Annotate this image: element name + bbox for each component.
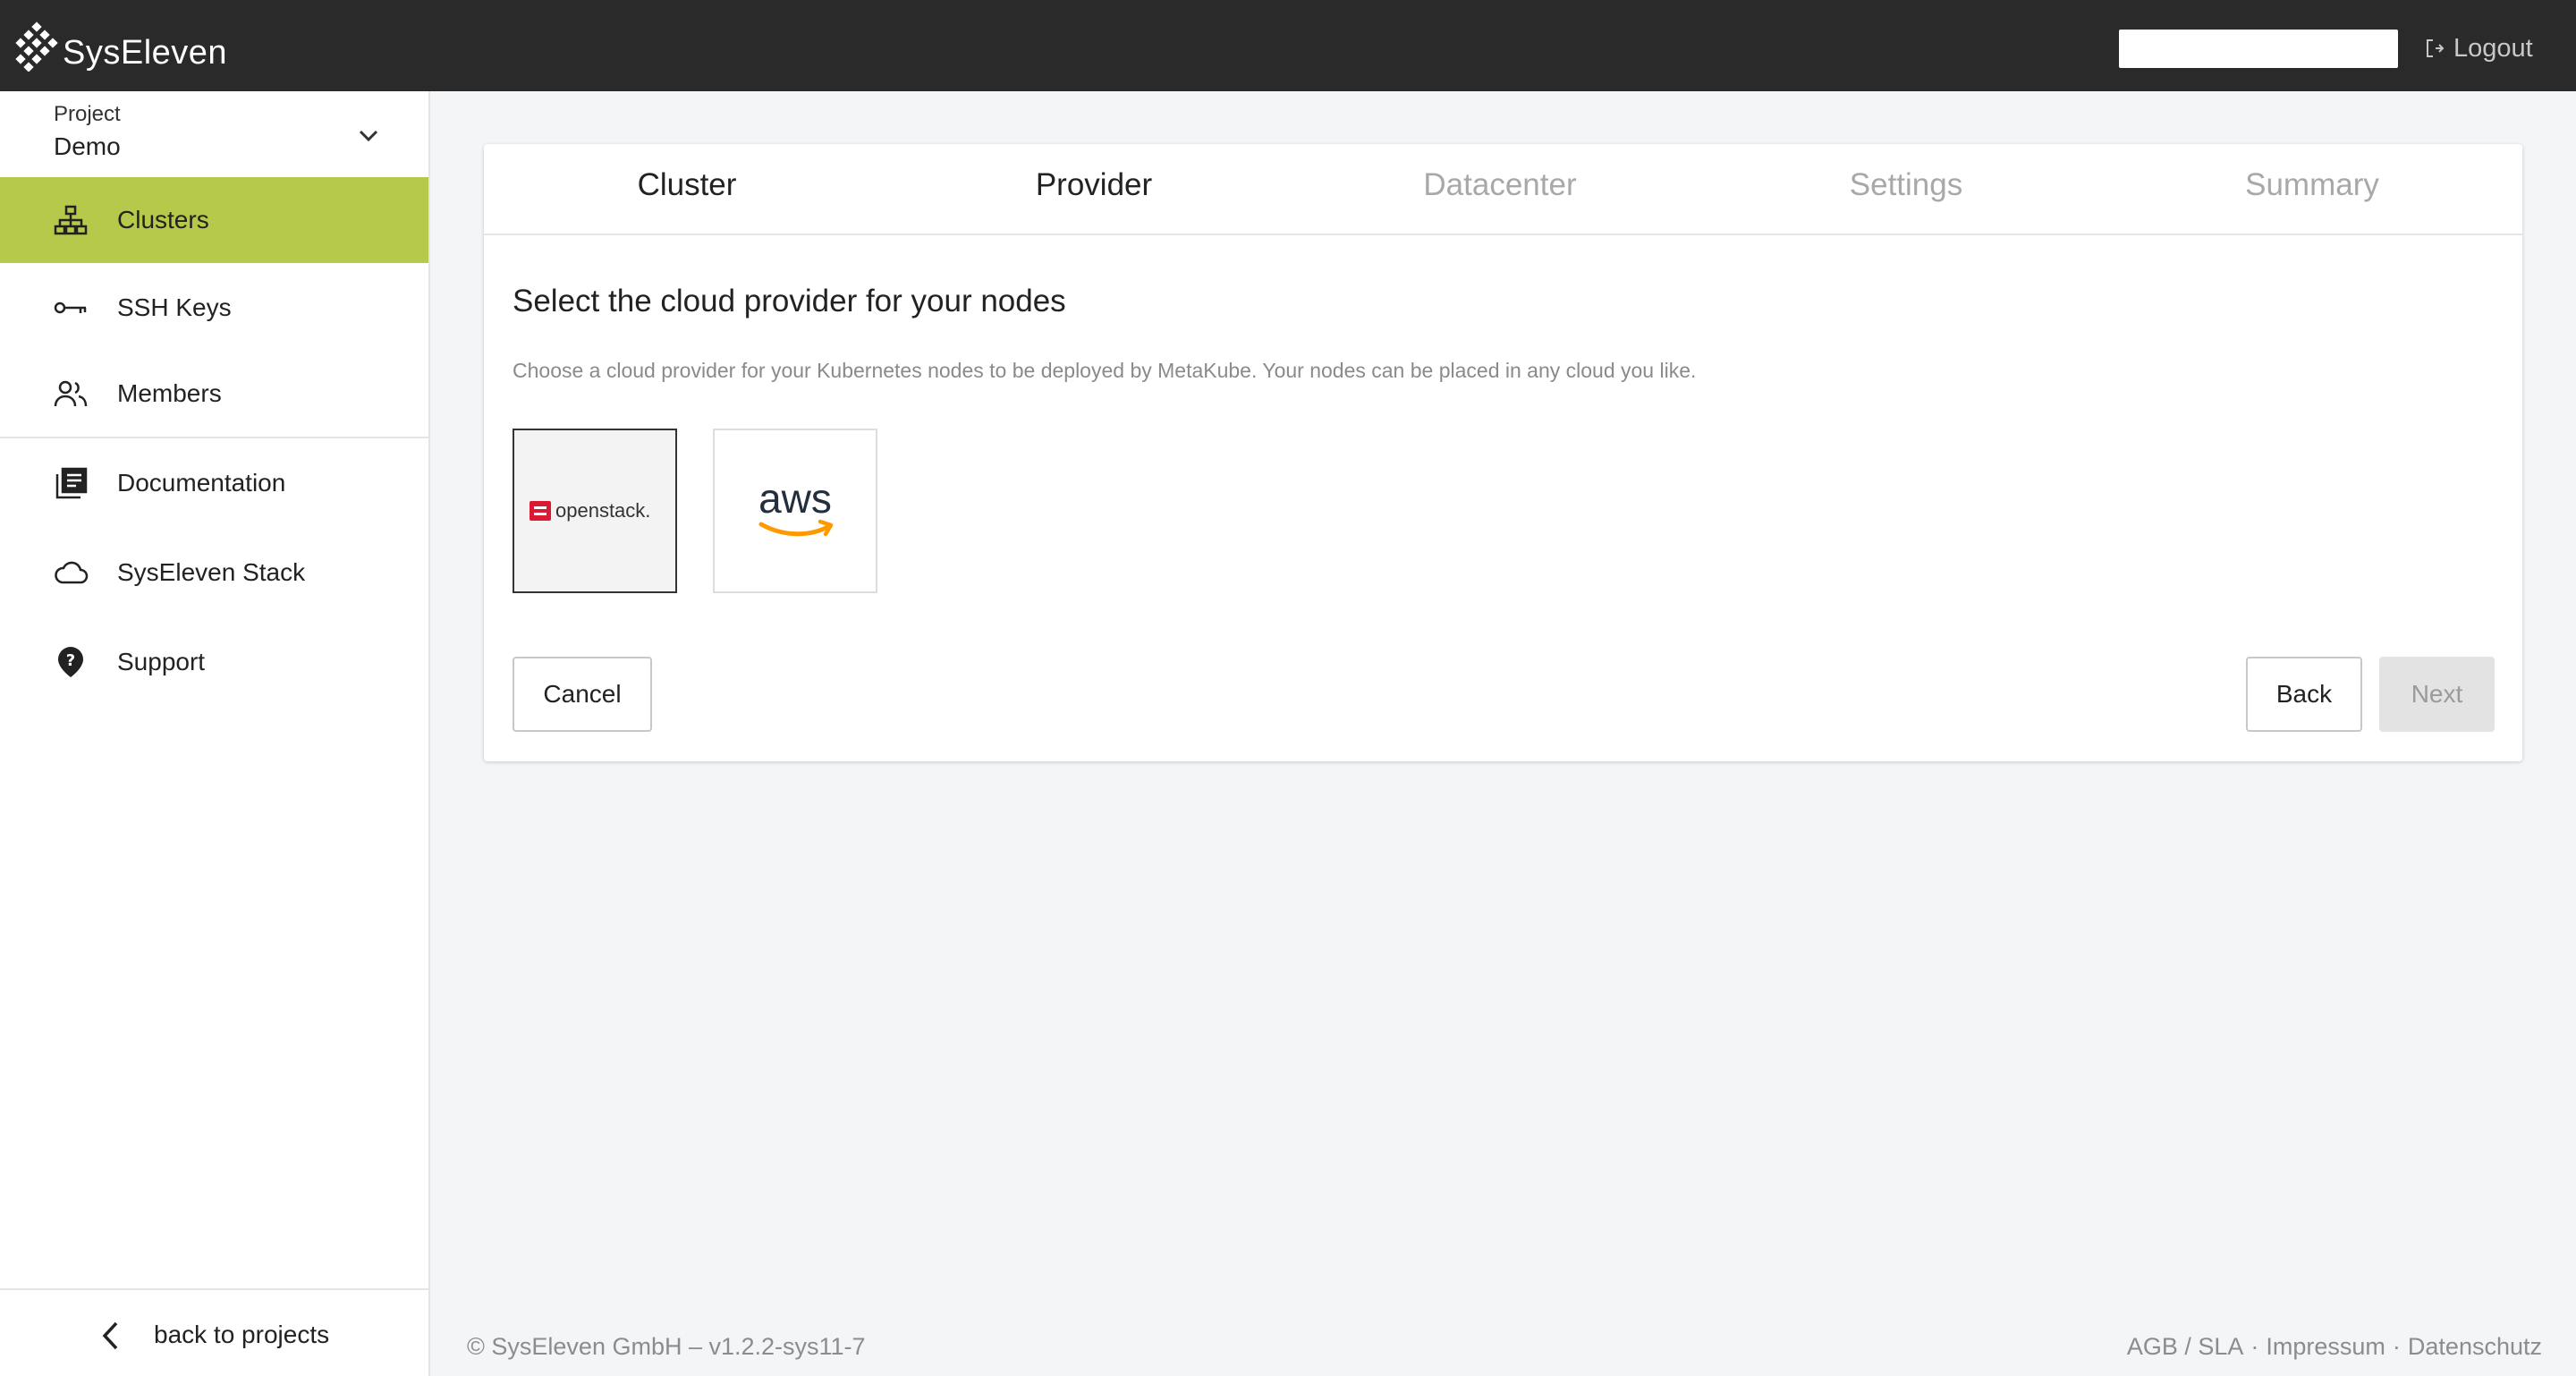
footer-separator: · (2392, 1333, 2401, 1360)
page-title: Select the cloud provider for your nodes (513, 284, 1066, 319)
chevron-left-icon (102, 1321, 118, 1350)
sidebar-item-members[interactable]: Members (0, 351, 428, 437)
sidebar-item-label: Clusters (117, 206, 209, 234)
sidebar-item-label: SSH Keys (117, 293, 232, 321)
step-summary: Summary (2245, 167, 2379, 202)
sidebar: Project Demo Clusters SSH Keys Members D… (0, 91, 430, 1376)
sitemap-icon (52, 201, 89, 239)
sidebar-item-clusters[interactable]: Clusters (0, 177, 428, 263)
footer-copyright: © SysEleven GmbH – v1.2.2-sys11-7 (467, 1333, 866, 1360)
step-settings: Settings (1849, 167, 1963, 202)
back-button[interactable]: Back (2246, 657, 2362, 732)
help-icon: ? (52, 643, 89, 681)
top-bar: SysEleven Logout (0, 0, 2576, 91)
next-button[interactable]: Next (2379, 657, 2495, 732)
sidebar-item-syseleven-stack[interactable]: SysEleven Stack (0, 530, 428, 616)
svg-text:aws: aws (758, 475, 832, 522)
sidebar-item-label: SysEleven Stack (117, 558, 306, 586)
sidebar-item-ssh-keys[interactable]: SSH Keys (0, 265, 428, 351)
cloud-icon (52, 554, 89, 591)
footer-links: AGB / SLA · Impressum · Datenschutz (2127, 1333, 2542, 1361)
svg-text:?: ? (66, 651, 75, 670)
logout-button[interactable]: Logout (2425, 30, 2533, 66)
sidebar-divider (0, 437, 428, 438)
project-value: Demo (54, 132, 121, 160)
chevron-down-icon (359, 130, 378, 142)
footer-link-agb-sla[interactable]: AGB / SLA (2127, 1333, 2244, 1361)
step-provider[interactable]: Provider (960, 167, 1228, 203)
svg-text:openstack.: openstack. (555, 499, 650, 522)
cancel-button[interactable]: Cancel (513, 657, 652, 732)
brand-name: SysEleven (63, 34, 228, 72)
footer-link-impressum[interactable]: Impressum (2266, 1333, 2385, 1361)
provider-openstack[interactable]: openstack. (513, 429, 677, 593)
key-icon (52, 289, 89, 327)
openstack-logo-icon: openstack. (530, 499, 650, 522)
sys-eleven-logo-icon (15, 21, 58, 72)
step-cluster[interactable]: Cluster (553, 167, 821, 203)
sidebar-item-label: Support (117, 648, 206, 675)
sidebar-item-support[interactable]: ? Support (0, 619, 428, 705)
project-label: Project (54, 102, 121, 126)
members-icon (52, 375, 89, 412)
back-to-projects-button[interactable]: back to projects (0, 1288, 428, 1376)
footer-link-datenschutz[interactable]: Datenschutz (2408, 1333, 2542, 1361)
wizard-card: Cluster Provider Datacenter Settings Sum… (484, 144, 2522, 761)
project-selector[interactable]: Project Demo (0, 91, 428, 177)
sys-eleven-logo[interactable]: SysEleven (14, 20, 227, 72)
wizard-steps: Cluster Provider Datacenter Settings Sum… (484, 144, 2522, 235)
aws-logo-icon: aws (758, 475, 834, 537)
footer-separator: · (2250, 1333, 2259, 1360)
sidebar-item-documentation[interactable]: Documentation (0, 440, 428, 526)
page-description: Choose a cloud provider for your Kuberne… (513, 359, 1697, 382)
sidebar-item-label: Documentation (117, 469, 286, 497)
documentation-icon (52, 464, 89, 502)
back-to-projects-label: back to projects (154, 1321, 330, 1348)
logout-icon (2427, 39, 2445, 57)
search-input[interactable] (2119, 30, 2398, 68)
sidebar-item-label: Members (117, 379, 222, 407)
provider-aws[interactable]: aws (713, 429, 877, 593)
step-datacenter: Datacenter (1423, 167, 1577, 202)
logout-label: Logout (2453, 33, 2533, 63)
